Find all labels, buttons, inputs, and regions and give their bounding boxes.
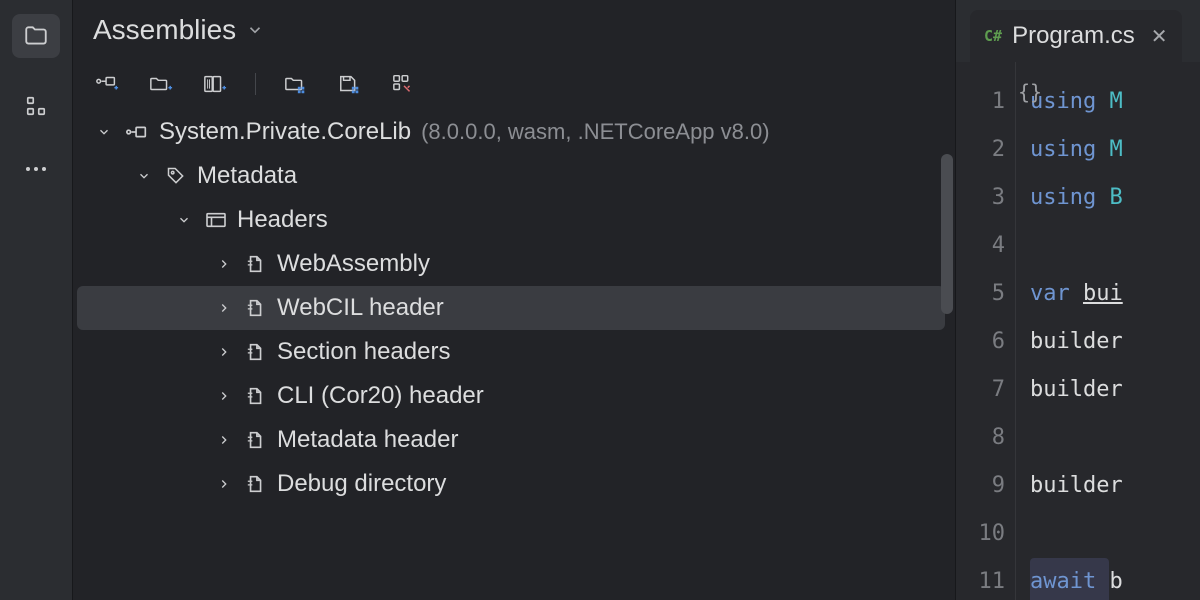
code-line: using M: [1030, 78, 1200, 126]
code-content: using Musing Musing Bvar buibuilderbuild…: [1016, 62, 1200, 600]
close-icon[interactable]: ✕: [1151, 24, 1168, 49]
line-number: 8: [956, 414, 1005, 462]
chevron-down-icon: [93, 125, 115, 139]
headers-icon: [205, 211, 227, 229]
tree-node-label: Metadata header: [277, 426, 458, 454]
code-line: [1030, 414, 1200, 462]
line-number: 6: [956, 318, 1005, 366]
file-header-icon: [245, 342, 267, 362]
editor-tab[interactable]: C# Program.cs ✕: [970, 10, 1182, 62]
activity-btn-more[interactable]: [12, 154, 60, 178]
tree-node-label: WebAssembly: [277, 250, 430, 278]
assembly-tree: System.Private.CoreLib (8.0.0.0, wasm, .…: [73, 110, 955, 506]
file-header-icon: [245, 386, 267, 406]
tree-node-label: WebCIL header: [277, 294, 444, 322]
structure-icon: [25, 95, 47, 117]
activity-btn-explorer[interactable]: [12, 14, 60, 58]
tab-filename: Program.cs: [1012, 22, 1135, 50]
chevron-down-icon: [246, 21, 264, 39]
tree-node-label: Debug directory: [277, 470, 446, 498]
line-number: 9: [956, 462, 1005, 510]
activity-btn-structure[interactable]: [12, 84, 60, 128]
chevron-right-icon: [213, 389, 235, 403]
toolbar-separator: [255, 73, 256, 95]
chevron-right-icon: [213, 433, 235, 447]
editor-pane: C# Program.cs ✕ 1234567891011 {} using M…: [956, 0, 1200, 600]
code-line: using M: [1030, 126, 1200, 174]
editor-tabbar: C# Program.cs ✕: [956, 0, 1200, 62]
line-number: 2: [956, 126, 1005, 174]
tree-node-item[interactable]: WebAssembly: [73, 242, 955, 286]
line-number: 7: [956, 366, 1005, 414]
activity-bar: [0, 0, 72, 600]
fold-braces-icon[interactable]: {}: [1018, 80, 1042, 104]
line-number: 10: [956, 510, 1005, 558]
tree-node-label: System.Private.CoreLib: [159, 118, 411, 146]
file-header-icon: [245, 474, 267, 494]
code-line: [1030, 222, 1200, 270]
line-number: 1: [956, 78, 1005, 126]
scrollbar-thumb[interactable]: [941, 154, 953, 314]
chevron-right-icon: [213, 477, 235, 491]
tree-node-label: Section headers: [277, 338, 450, 366]
code-line: builder: [1030, 366, 1200, 414]
chevron-down-icon: [173, 213, 195, 227]
tree-node-label: Metadata: [197, 162, 297, 190]
tag-icon: [165, 166, 187, 186]
file-header-icon: [245, 430, 267, 450]
code-line: builder: [1030, 318, 1200, 366]
chevron-right-icon: [213, 345, 235, 359]
add-folder-button[interactable]: [147, 72, 175, 96]
line-number: 3: [956, 174, 1005, 222]
file-header-icon: [245, 298, 267, 318]
tree-node-label: Headers: [237, 206, 328, 234]
line-number: 11: [956, 558, 1005, 600]
line-number: 5: [956, 270, 1005, 318]
save-collapse-button[interactable]: [336, 72, 364, 96]
tree-node-item[interactable]: Debug directory: [73, 462, 955, 506]
tree-node-item[interactable]: CLI (Cor20) header: [73, 374, 955, 418]
code-line: var bui: [1030, 270, 1200, 318]
expand-folder-button[interactable]: [282, 72, 310, 96]
settings-filter-button[interactable]: [390, 72, 418, 96]
ellipsis-icon: [26, 167, 46, 171]
add-assembly-button[interactable]: [93, 72, 121, 96]
add-nuget-button[interactable]: [201, 72, 229, 96]
code-line: using B: [1030, 174, 1200, 222]
tree-node-label: CLI (Cor20) header: [277, 382, 484, 410]
panel-header[interactable]: Assemblies: [73, 0, 955, 50]
csharp-icon: C#: [984, 27, 1002, 45]
code-line: await b: [1030, 558, 1200, 600]
tree-node-item[interactable]: Section headers: [73, 330, 955, 374]
chevron-right-icon: [213, 301, 235, 315]
tree-node-item[interactable]: WebCIL header: [77, 286, 945, 330]
line-number: 4: [956, 222, 1005, 270]
tree-node-metadata[interactable]: Metadata: [73, 154, 955, 198]
file-header-icon: [245, 254, 267, 274]
code-line: [1030, 510, 1200, 558]
tree-node-suffix: (8.0.0.0, wasm, .NETCoreApp v8.0): [421, 119, 769, 145]
chevron-right-icon: [213, 257, 235, 271]
line-gutter: 1234567891011: [956, 62, 1016, 600]
panel-title: Assemblies: [93, 14, 236, 46]
panel-toolbar: [73, 50, 955, 110]
code-editor[interactable]: 1234567891011 {} using Musing Musing Bva…: [956, 62, 1200, 600]
tree-node-root[interactable]: System.Private.CoreLib (8.0.0.0, wasm, .…: [73, 110, 955, 154]
folder-icon: [23, 23, 49, 49]
assembly-icon: [125, 122, 149, 142]
tree-node-headers[interactable]: Headers: [73, 198, 955, 242]
code-line: builder: [1030, 462, 1200, 510]
tree-node-item[interactable]: Metadata header: [73, 418, 955, 462]
assemblies-panel: Assemblies System.Private.CoreLib (8.0.0…: [72, 0, 956, 600]
chevron-down-icon: [133, 169, 155, 183]
